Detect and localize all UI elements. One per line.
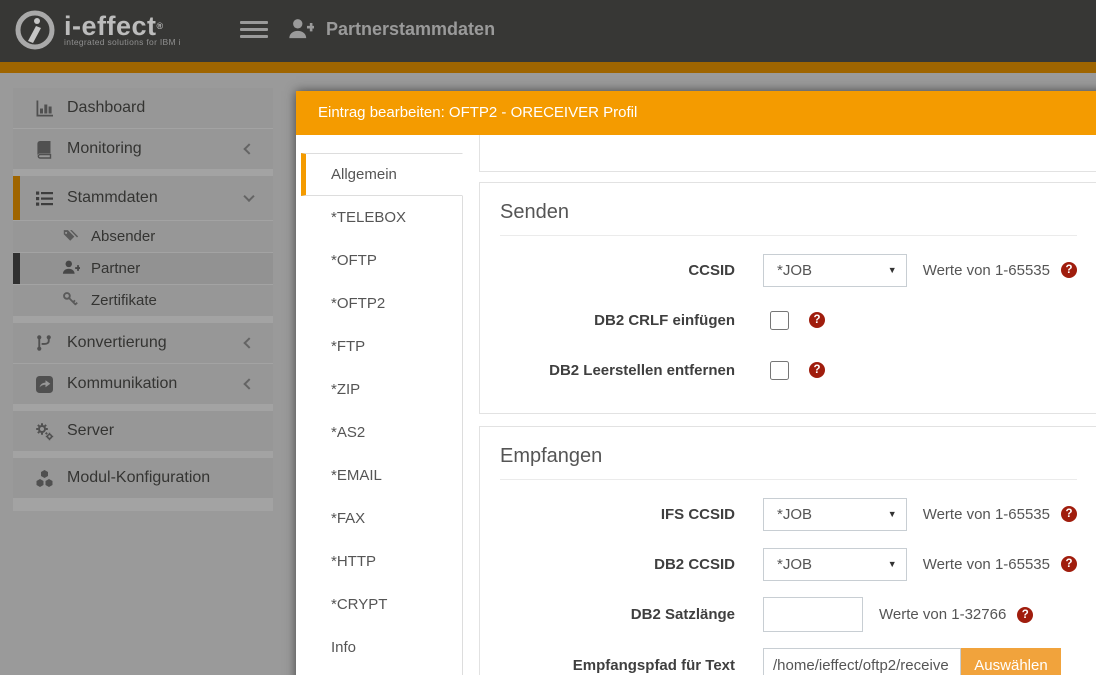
db2-crlf-checkbox[interactable] <box>770 310 789 330</box>
previous-section-edge <box>479 135 1096 172</box>
logo-swirl-icon <box>15 10 55 50</box>
select-arrow-icon: ▼ <box>887 559 897 569</box>
field-label: IFS CCSID <box>660 505 735 523</box>
help-icon[interactable]: ? <box>1061 262 1077 278</box>
app-header: i-effect® integrated solutions for IBM i… <box>0 0 1096 62</box>
dialog-tab-list: Allgemein *TELEBOX *OFTP *OFTP2 *FTP *ZI… <box>301 153 463 675</box>
form-row-db2-ccsid: DB2 CCSID *JOB ▼ Werte von 1-65535 ? <box>500 547 1077 581</box>
help-icon[interactable]: ? <box>1017 606 1034 623</box>
tab-list-spacer <box>301 669 463 675</box>
tab-telebox[interactable]: *TELEBOX <box>301 196 463 239</box>
help-icon[interactable]: ? <box>1061 506 1077 522</box>
form-row-db2-leerstellen: DB2 Leerstellen entfernen ? <box>500 353 1077 387</box>
tab-fax[interactable]: *FAX <box>301 497 463 540</box>
select-arrow-icon: ▼ <box>887 265 897 275</box>
select-value: *JOB <box>777 505 813 523</box>
dialog-content: Senden CCSID *JOB ▼ Werte von 1-65535 ? … <box>479 135 1096 675</box>
section-title: Senden <box>500 195 1077 236</box>
field-label: DB2 Leerstellen entfernen <box>549 361 735 379</box>
tab-oftp2[interactable]: *OFTP2 <box>301 282 463 325</box>
tab-ftp[interactable]: *FTP <box>301 325 463 368</box>
form-row-db2-satzlaenge: DB2 Satzlänge Werte von 1-32766 ? <box>500 597 1077 632</box>
auswaehlen-button[interactable]: Auswählen <box>961 648 1061 675</box>
form-row-ifs-ccsid: IFS CCSID *JOB ▼ Werte von 1-65535 ? <box>500 497 1077 531</box>
field-label: DB2 Satzlänge <box>630 606 735 623</box>
i-effect-logo: i-effect® integrated solutions for IBM i <box>14 9 181 51</box>
db2-satzlaenge-input[interactable] <box>763 597 863 632</box>
value-range-hint: Werte von 1-65535 <box>922 505 1050 523</box>
value-range-hint: Werte von 1-32766 <box>879 606 1007 623</box>
empfangspfad-input[interactable] <box>763 648 961 675</box>
section-empfangen: Empfangen IFS CCSID *JOB ▼ Werte von 1-6… <box>479 426 1096 675</box>
help-icon[interactable]: ? <box>809 362 825 378</box>
dialog-header: Eintrag bearbeiten: OFTP2 - ORECEIVER Pr… <box>296 91 1096 135</box>
form-row-empfangspfad: Empfangspfad für Text Auswählen <box>500 648 1077 675</box>
logo-tagline: integrated solutions for IBM i <box>64 37 181 47</box>
select-value: *JOB <box>777 261 813 279</box>
page-title: Partnerstammdaten <box>326 18 496 39</box>
help-icon[interactable]: ? <box>809 312 825 328</box>
user-plus-icon <box>289 19 314 39</box>
field-label: Empfangspfad für Text <box>572 657 735 674</box>
dialog-title: Eintrag bearbeiten: OFTP2 - ORECEIVER Pr… <box>318 104 638 121</box>
db2-ccsid-select[interactable]: *JOB ▼ <box>763 547 907 581</box>
section-senden: Senden CCSID *JOB ▼ Werte von 1-65535 ? … <box>479 182 1096 414</box>
tab-http[interactable]: *HTTP <box>301 540 463 583</box>
edit-entry-dialog: Eintrag bearbeiten: OFTP2 - ORECEIVER Pr… <box>296 91 1096 675</box>
select-value: *JOB <box>777 555 813 573</box>
tab-as2[interactable]: *AS2 <box>301 411 463 454</box>
tab-info[interactable]: Info <box>301 626 463 669</box>
value-range-hint: Werte von 1-65535 <box>922 555 1050 573</box>
tab-oftp[interactable]: *OFTP <box>301 239 463 282</box>
ccsid-select[interactable]: *JOB ▼ <box>763 253 907 287</box>
value-range-hint: Werte von 1-65535 <box>922 261 1050 279</box>
form-row-db2-crlf: DB2 CRLF einfügen ? <box>500 303 1077 337</box>
hamburger-menu-icon[interactable] <box>240 21 268 41</box>
tab-zip[interactable]: *ZIP <box>301 368 463 411</box>
ifs-ccsid-select[interactable]: *JOB ▼ <box>763 497 907 531</box>
tab-email[interactable]: *EMAIL <box>301 454 463 497</box>
tab-crypt[interactable]: *CRYPT <box>301 583 463 626</box>
help-icon[interactable]: ? <box>1061 556 1077 572</box>
form-row-ccsid: CCSID *JOB ▼ Werte von 1-65535 ? <box>500 253 1077 287</box>
field-label: DB2 CCSID <box>654 555 735 573</box>
tab-allgemein[interactable]: Allgemein <box>301 153 463 196</box>
field-label: DB2 CRLF einfügen <box>594 311 735 329</box>
registered-mark: ® <box>156 21 164 31</box>
section-title: Empfangen <box>500 439 1077 480</box>
select-arrow-icon: ▼ <box>887 509 897 519</box>
db2-leerstellen-checkbox[interactable] <box>770 360 789 380</box>
field-label: CCSID <box>688 261 735 279</box>
